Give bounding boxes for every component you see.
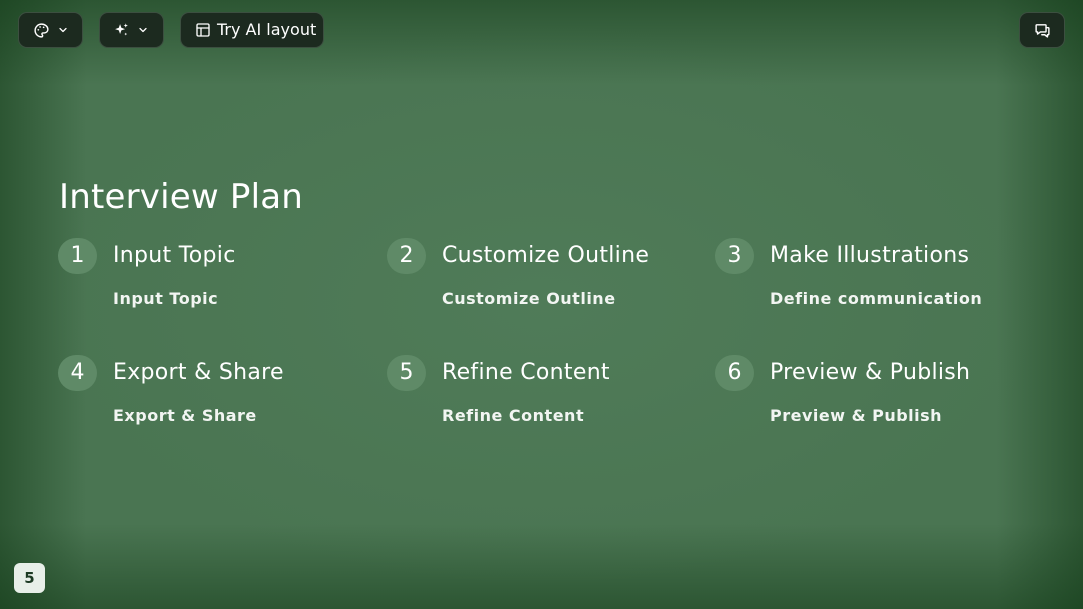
sparkles-icon bbox=[113, 22, 130, 39]
slide-number-badge[interactable]: 5 bbox=[14, 563, 45, 593]
step-number-badge: 1 bbox=[58, 238, 97, 274]
step-description[interactable]: Export & Share bbox=[113, 405, 257, 427]
step-description[interactable]: Input Topic bbox=[113, 288, 218, 310]
comments-icon bbox=[1034, 22, 1051, 39]
chevron-down-icon bbox=[57, 24, 69, 36]
comments-button[interactable] bbox=[1019, 12, 1065, 48]
slide-title[interactable]: Interview Plan bbox=[59, 175, 303, 219]
step-heading[interactable]: Refine Content bbox=[442, 358, 610, 388]
step-heading[interactable]: Export & Share bbox=[113, 358, 284, 388]
try-ai-layout-label: Try AI layout bbox=[217, 20, 317, 39]
palette-icon bbox=[33, 22, 50, 39]
step-heading[interactable]: Input Topic bbox=[113, 241, 236, 271]
step-heading[interactable]: Preview & Publish bbox=[770, 358, 970, 388]
step-number-badge: 4 bbox=[58, 355, 97, 391]
step-description[interactable]: Refine Content bbox=[442, 405, 584, 427]
step-number-badge: 5 bbox=[387, 355, 426, 391]
step-number-badge: 6 bbox=[715, 355, 754, 391]
try-ai-layout-button[interactable]: Try AI layout bbox=[180, 12, 324, 48]
step-heading[interactable]: Make Illustrations bbox=[770, 241, 969, 271]
ai-assist-button[interactable] bbox=[99, 12, 164, 48]
theme-button[interactable] bbox=[18, 12, 83, 48]
step-number-badge: 2 bbox=[387, 238, 426, 274]
slide-canvas: Try AI layout Interview Plan 1 Input Top… bbox=[0, 0, 1083, 609]
step-number-badge: 3 bbox=[715, 238, 754, 274]
step-description[interactable]: Customize Outline bbox=[442, 288, 616, 310]
chevron-down-icon bbox=[137, 24, 149, 36]
layout-icon bbox=[195, 22, 211, 38]
step-description[interactable]: Preview & Publish bbox=[770, 405, 942, 427]
step-heading[interactable]: Customize Outline bbox=[442, 241, 649, 271]
step-description[interactable]: Define communication bbox=[770, 288, 982, 310]
